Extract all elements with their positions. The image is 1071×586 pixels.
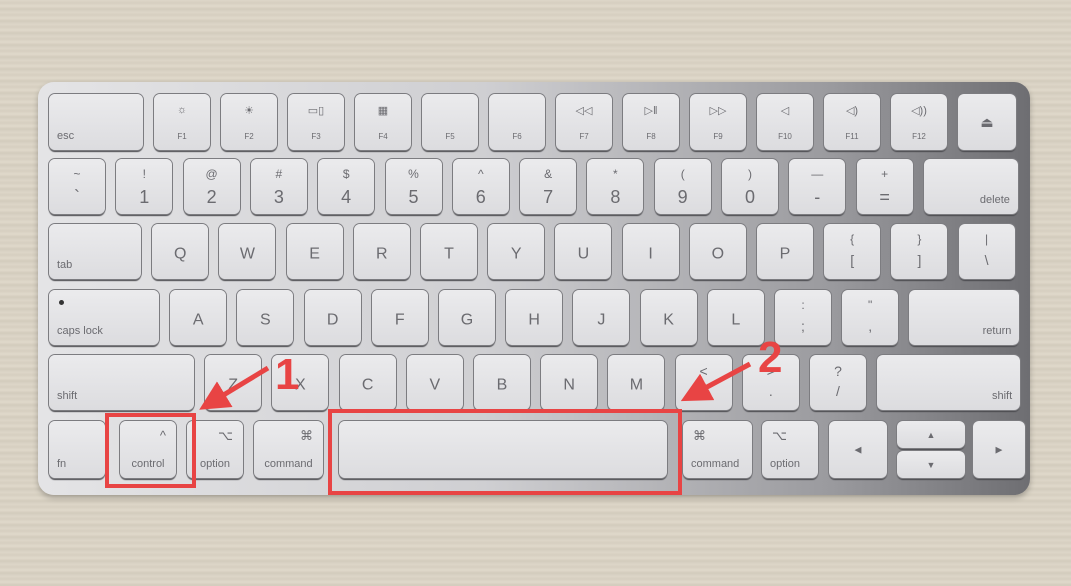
arrow-1 [199,365,270,410]
annotation-number-2: 2 [758,333,783,382]
arrow-2 [680,361,752,402]
annotation-arrows [199,361,752,410]
annotation-number-1: 1 [275,350,300,399]
